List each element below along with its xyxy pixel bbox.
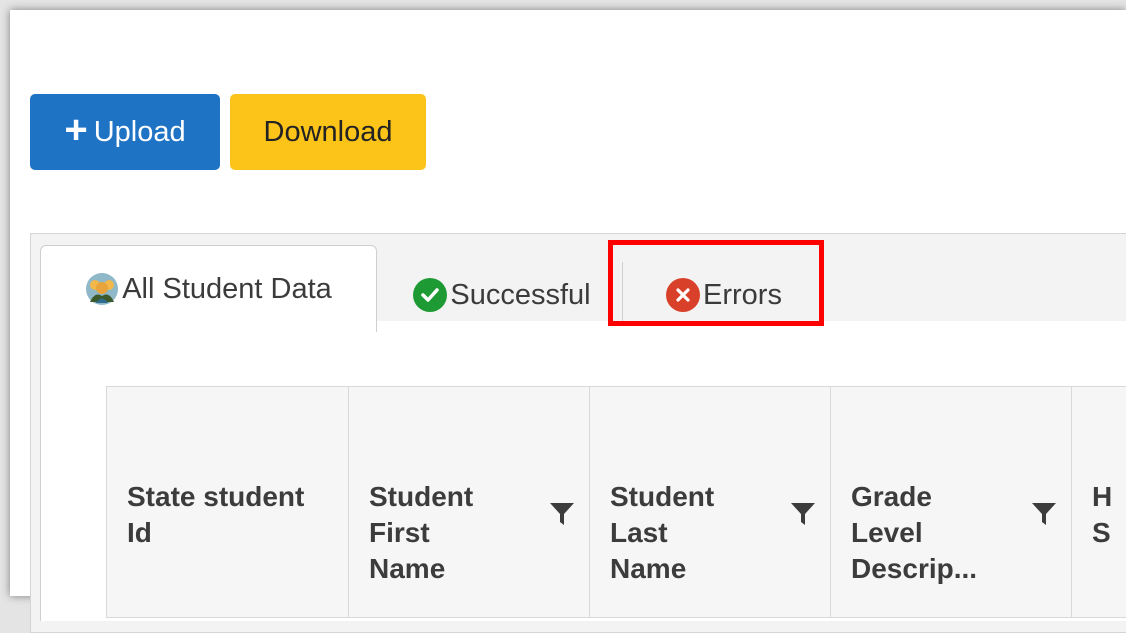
- student-data-grid: State student Id Student First Name Stud…: [106, 386, 1126, 618]
- tab-label: All Student Data: [122, 272, 332, 305]
- column-header-label: H S: [1092, 481, 1113, 548]
- upload-label: Upload: [93, 115, 186, 148]
- column-header-label: Student First Name: [369, 481, 474, 584]
- upload-button[interactable]: + Upload: [30, 94, 220, 170]
- column-header-student-first-name[interactable]: Student First Name: [349, 387, 590, 617]
- tab-label: Successful: [450, 278, 591, 311]
- column-header-partial[interactable]: H S: [1072, 387, 1126, 617]
- column-header-grade-level-description[interactable]: Grade Level Descrip...: [831, 387, 1072, 617]
- student-group-icon: [85, 272, 119, 306]
- column-header-student-last-name[interactable]: Student Last Name: [590, 387, 831, 617]
- column-header-state-student-id[interactable]: State student Id: [107, 387, 349, 617]
- plus-icon: +: [64, 108, 88, 152]
- filter-icon[interactable]: [1031, 501, 1057, 527]
- filter-icon[interactable]: [549, 501, 575, 527]
- column-header-label: Grade Level Descrip...: [851, 481, 978, 584]
- column-header-label: State student Id: [127, 481, 305, 548]
- filter-icon[interactable]: [790, 501, 816, 527]
- tab-all-student-data[interactable]: All Student Data: [40, 245, 377, 332]
- check-circle-icon: [413, 278, 448, 312]
- errors-tab-highlight: [608, 240, 824, 326]
- download-label: Download: [263, 115, 393, 148]
- column-header-label: Student Last Name: [610, 481, 715, 584]
- download-button[interactable]: Download: [230, 94, 426, 170]
